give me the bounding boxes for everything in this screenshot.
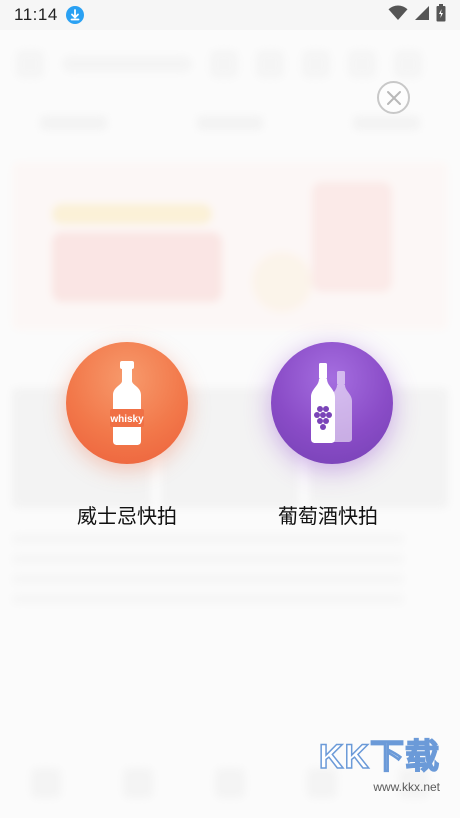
whisky-bottle-icon: whisky xyxy=(109,361,144,445)
watermark: KK下载 www.kkx.net xyxy=(318,729,440,794)
wine-circle[interactable] xyxy=(271,342,393,464)
status-bar: 11:14 xyxy=(0,0,460,30)
wine-quick-shot-label: 葡萄酒快拍 xyxy=(278,506,378,528)
whisky-quick-shot-label: 威士忌快拍 xyxy=(77,506,177,528)
status-time: 11:14 xyxy=(14,5,58,24)
download-icon xyxy=(65,6,84,24)
whisky-quick-shot-button[interactable]: whisky 威士忌快拍 xyxy=(66,342,188,529)
watermark-logo: KK下载 xyxy=(318,737,440,777)
wine-bottles-icon xyxy=(311,363,352,443)
whisky-bottle-text: whisky xyxy=(109,414,144,425)
watermark-url: www.kkx.net xyxy=(373,780,440,794)
whisky-circle[interactable]: whisky xyxy=(66,342,188,464)
wifi-icon xyxy=(388,4,408,26)
close-button[interactable] xyxy=(377,81,410,114)
close-icon xyxy=(386,90,401,105)
wine-quick-shot-button[interactable]: 葡萄酒快拍 xyxy=(271,342,393,529)
battery-icon xyxy=(436,3,446,27)
signal-icon xyxy=(414,5,430,26)
